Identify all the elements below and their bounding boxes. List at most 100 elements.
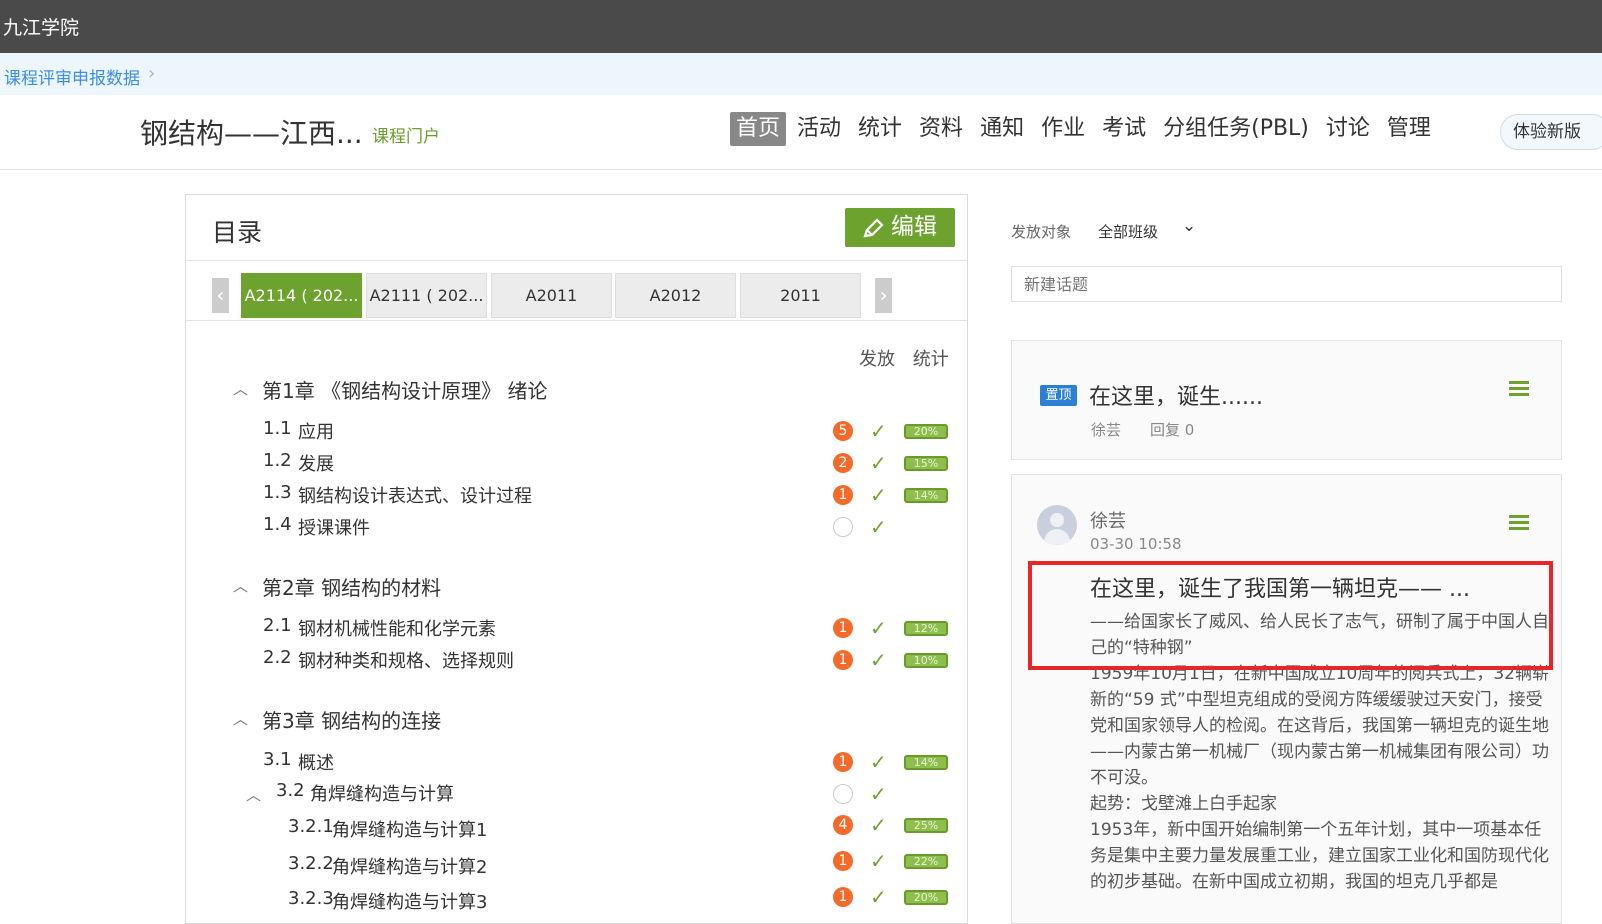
pinned-badge: 置顶 (1040, 385, 1077, 406)
catalog-item-number: 2.2 (263, 647, 292, 668)
chevron-right-icon: › (148, 63, 156, 84)
task-count-badge: 1 (833, 650, 853, 670)
task-count-badge: 2 (833, 453, 853, 473)
menu-icon[interactable] (1509, 381, 1529, 399)
task-count-badge: 4 (833, 815, 853, 835)
course-header: 钢结构——江西... 课程门户 首页 活动 统计 资料 通知 作业 考试 分组任… (0, 95, 1602, 170)
post-paragraph: 1953年，新中国开始编制第一个五年计划，其中一项基本任务是集中主要力量发展重工… (1090, 820, 1549, 892)
chevron-up-icon[interactable]: ︿ (246, 784, 261, 805)
release-target-select[interactable]: 全部班级 (1098, 221, 1158, 242)
progress-badge: 15% (904, 456, 948, 471)
catalog-item-label[interactable]: 钢材种类和规格、选择规则 (298, 647, 514, 673)
chapter-title[interactable]: 第2章 钢结构的材料 (262, 572, 441, 601)
tab-class[interactable]: A2111 ( 202... (366, 273, 487, 318)
catalog-item-number: 1.1 (263, 418, 292, 439)
nav-manage[interactable]: 管理 (1381, 112, 1437, 146)
catalog-item-label[interactable]: 发展 (298, 450, 334, 476)
pinned-topic-card[interactable]: 置顶 在这里，诞生...... 徐芸 回复 0 (1011, 340, 1562, 460)
chapter-title[interactable]: 第3章 钢结构的连接 (262, 705, 441, 734)
catalog-item-label[interactable]: 应用 (298, 418, 334, 444)
catalog-item-number: 3.2.3 (288, 888, 334, 909)
check-icon: ✓ (870, 782, 887, 806)
nav-discussion[interactable]: 讨论 (1320, 112, 1376, 146)
nav-home[interactable]: 首页 (730, 112, 787, 146)
tabs-next-arrow[interactable]: › (875, 278, 892, 313)
highlight-annotation-box (1028, 561, 1553, 670)
chevron-up-icon[interactable]: ︿ (233, 575, 248, 596)
empty-status-icon (833, 517, 853, 537)
top-bar: 九江学院 (0, 0, 1602, 53)
catalog-item-number: 3.1 (263, 749, 292, 770)
breadcrumb-link[interactable]: 课程评审申报数据 (4, 64, 140, 89)
chevron-up-icon[interactable]: ︿ (233, 708, 248, 729)
nav-exams[interactable]: 考试 (1096, 112, 1152, 146)
catalog-item-label[interactable]: 角焊缝构造与计算1 (332, 816, 487, 842)
tab-class[interactable]: 2011 (740, 273, 861, 318)
post-paragraph: 起势：戈壁滩上白手起家 (1090, 794, 1277, 814)
edit-button-label: 编辑 (891, 214, 937, 240)
nav-homework[interactable]: 作业 (1035, 112, 1091, 146)
chevron-up-icon[interactable]: ︿ (233, 378, 248, 399)
nav-materials[interactable]: 资料 (913, 112, 969, 146)
try-new-version-button[interactable]: 体验新版 (1500, 114, 1602, 150)
check-icon: ✓ (870, 813, 887, 837)
check-icon: ✓ (870, 648, 887, 672)
catalog-item-label[interactable]: 概述 (298, 749, 334, 775)
task-count-badge: 1 (833, 752, 853, 772)
check-icon: ✓ (870, 515, 887, 539)
nav-group-tasks[interactable]: 分组任务(PBL) (1157, 112, 1315, 146)
check-icon: ✓ (870, 451, 887, 475)
catalog-column-headers: 发放 统计 (859, 345, 961, 371)
catalog-item-label[interactable]: 钢材机械性能和化学元素 (298, 615, 496, 641)
new-topic-input[interactable] (1011, 266, 1562, 302)
post-paragraph: 1959年10月1日，在新中国成立10周年的阅兵式上，32辆崭新的“59 式”中… (1090, 664, 1549, 788)
nav-notices[interactable]: 通知 (974, 112, 1030, 146)
breadcrumb: 课程评审申报数据 › (0, 53, 1602, 95)
progress-badge: 14% (904, 755, 948, 770)
catalog-item-number: 2.1 (263, 615, 292, 636)
progress-badge: 22% (904, 854, 948, 869)
column-statistics: 统计 (912, 349, 949, 370)
check-icon: ✓ (870, 616, 887, 640)
task-count-badge: 5 (833, 421, 853, 441)
avatar[interactable] (1037, 505, 1077, 545)
progress-badge: 20% (904, 424, 948, 439)
check-icon: ✓ (870, 885, 887, 909)
check-icon: ✓ (870, 849, 887, 873)
task-count-badge: 1 (833, 887, 853, 907)
pinned-topic-replies: 回复 0 (1150, 421, 1195, 439)
course-title: 钢结构——江西... (140, 117, 363, 150)
tabs-prev-arrow[interactable]: ‹ (212, 278, 229, 313)
task-count-badge: 1 (833, 618, 853, 638)
pencil-icon (863, 218, 884, 238)
catalog-item-label[interactable]: 角焊缝构造与计算2 (332, 853, 487, 879)
catalog-title: 目录 (212, 218, 263, 247)
empty-status-icon (833, 784, 853, 804)
chapter-title[interactable]: 第1章 《钢结构设计原理》 绪论 (262, 375, 547, 404)
task-count-badge: 1 (833, 851, 853, 871)
pinned-topic-author: 徐芸 (1091, 421, 1122, 439)
catalog-item-label[interactable]: 角焊缝构造与计算3 (332, 888, 487, 914)
nav-statistics[interactable]: 统计 (852, 112, 908, 146)
catalog-item-label[interactable]: 钢结构设计表达式、设计过程 (298, 482, 532, 508)
course-portal-link[interactable]: 课程门户 (372, 122, 440, 147)
chevron-down-icon[interactable]: ⌄ (1182, 216, 1196, 236)
nav-activities[interactable]: 活动 (791, 112, 847, 146)
progress-badge: 14% (904, 488, 948, 503)
post-author[interactable]: 徐芸 (1090, 507, 1126, 533)
catalog-item-number: 3.2.1 (288, 816, 334, 837)
tab-class[interactable]: A2114 ( 202... (241, 273, 362, 318)
school-name[interactable]: 九江学院 (3, 13, 79, 40)
pinned-topic-title[interactable]: 在这里，诞生...... (1089, 379, 1263, 411)
tab-class[interactable]: A2011 (491, 273, 612, 318)
topic-card[interactable]: 徐芸 03-30 10:58 在这里，诞生了我国第一辆坦克—— ... ——给国… (1011, 474, 1562, 924)
catalog-item-label[interactable]: 授课课件 (298, 514, 370, 540)
catalog-item-label[interactable]: 角焊缝构造与计算 (310, 780, 454, 806)
post-time: 03-30 10:58 (1090, 535, 1182, 553)
main-nav: 首页 活动 统计 资料 通知 作业 考试 分组任务(PBL) 讨论 管理 (730, 112, 1442, 146)
release-target-label: 发放对象 (1011, 223, 1072, 241)
edit-button[interactable]: 编辑 (845, 208, 955, 247)
task-count-badge: 1 (833, 485, 853, 505)
menu-icon[interactable] (1509, 515, 1529, 533)
tab-class[interactable]: A2012 (615, 273, 736, 318)
